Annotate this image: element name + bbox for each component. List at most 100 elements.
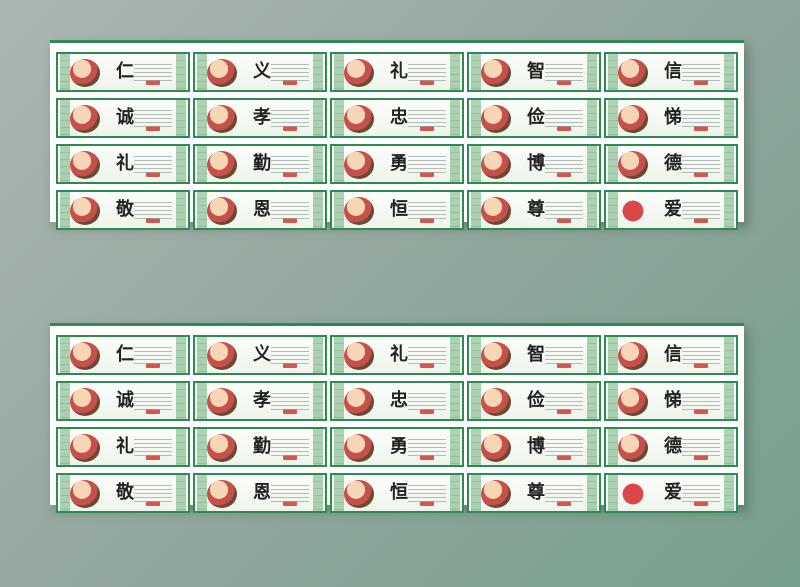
bamboo-decoration: [608, 337, 618, 373]
virtue-character: 勇: [390, 436, 408, 457]
bamboo-decoration: [197, 54, 207, 90]
virtue-character: 俭: [527, 107, 545, 128]
cartoon-figure-illustration: [618, 197, 648, 225]
bamboo-decoration: [176, 192, 186, 228]
bamboo-decoration: [471, 54, 481, 90]
text-lines-decoration: [271, 202, 309, 220]
text-lines-decoration: [134, 393, 172, 411]
cartoon-figure-illustration: [207, 434, 237, 462]
virtue-character: 德: [664, 436, 682, 457]
bamboo-decoration: [60, 192, 70, 228]
bamboo-decoration: [608, 54, 618, 90]
text-lines-decoration: [271, 64, 309, 82]
bamboo-decoration: [60, 429, 70, 465]
text-lines-decoration: [682, 202, 720, 220]
text-lines-decoration: [271, 485, 309, 503]
virtue-panel: 仁: [56, 335, 190, 375]
cartoon-figure-illustration: [207, 388, 237, 416]
virtue-panel: 诚: [56, 98, 190, 138]
virtue-panel: 敬: [56, 473, 190, 513]
text-lines-decoration: [408, 110, 446, 128]
text-lines-decoration: [682, 439, 720, 457]
bamboo-decoration: [334, 429, 344, 465]
virtue-panel: 勇: [330, 144, 464, 184]
bamboo-decoration: [60, 54, 70, 90]
bamboo-decoration: [587, 100, 597, 136]
bamboo-decoration: [587, 475, 597, 511]
cartoon-figure-illustration: [344, 480, 374, 508]
cartoon-figure-illustration: [70, 151, 100, 179]
bamboo-decoration: [450, 475, 460, 511]
bamboo-decoration: [176, 337, 186, 373]
cartoon-figure-illustration: [618, 480, 648, 508]
bamboo-decoration: [176, 429, 186, 465]
bamboo-decoration: [176, 383, 186, 419]
text-lines-decoration: [682, 64, 720, 82]
cartoon-figure-illustration: [481, 105, 511, 133]
cartoon-figure-illustration: [344, 434, 374, 462]
bamboo-decoration: [724, 337, 734, 373]
bamboo-decoration: [334, 100, 344, 136]
text-lines-decoration: [545, 439, 583, 457]
cartoon-figure-illustration: [70, 59, 100, 87]
virtue-panel: 德: [604, 427, 738, 467]
virtue-panel: 礼: [330, 335, 464, 375]
cartoon-figure-illustration: [481, 197, 511, 225]
virtue-panel: 勇: [330, 427, 464, 467]
cartoon-figure-illustration: [70, 388, 100, 416]
virtue-character: 智: [527, 344, 545, 365]
bamboo-decoration: [450, 192, 460, 228]
bamboo-decoration: [471, 146, 481, 182]
virtue-panel: 礼: [330, 52, 464, 92]
virtue-character: 恒: [390, 482, 408, 503]
virtue-panel: 仁: [56, 52, 190, 92]
virtue-panel: 勤: [193, 144, 327, 184]
bamboo-decoration: [724, 100, 734, 136]
virtue-character: 勤: [253, 153, 271, 174]
cartoon-figure-illustration: [207, 105, 237, 133]
text-lines-decoration: [682, 156, 720, 174]
cartoon-figure-illustration: [70, 480, 100, 508]
text-lines-decoration: [408, 485, 446, 503]
bamboo-decoration: [197, 337, 207, 373]
bamboo-decoration: [724, 383, 734, 419]
bamboo-decoration: [450, 54, 460, 90]
bamboo-decoration: [334, 192, 344, 228]
bamboo-decoration: [608, 192, 618, 228]
bamboo-decoration: [587, 54, 597, 90]
text-lines-decoration: [545, 485, 583, 503]
virtue-character: 勤: [253, 436, 271, 457]
virtue-panel: 博: [467, 427, 601, 467]
bamboo-decoration: [313, 100, 323, 136]
virtue-character: 恒: [390, 199, 408, 220]
cartoon-figure-illustration: [618, 151, 648, 179]
virtue-character: 信: [664, 344, 682, 365]
panel-grid-bottom: 仁义礼智信诚孝忠俭悌礼勤勇博德敬恩恒尊爱: [50, 323, 744, 513]
virtue-panel: 爱: [604, 190, 738, 230]
bamboo-decoration: [471, 475, 481, 511]
bamboo-decoration: [450, 337, 460, 373]
virtue-panel: 德: [604, 144, 738, 184]
cartoon-figure-illustration: [481, 434, 511, 462]
display-board-bottom: 仁义礼智信诚孝忠俭悌礼勤勇博德敬恩恒尊爱: [50, 323, 744, 513]
virtue-panel: 孝: [193, 98, 327, 138]
virtue-character: 仁: [116, 61, 134, 82]
virtue-character: 诚: [116, 107, 134, 128]
virtue-panel: 诚: [56, 381, 190, 421]
virtue-character: 恩: [253, 482, 271, 503]
virtue-panel: 恩: [193, 473, 327, 513]
cartoon-figure-illustration: [618, 434, 648, 462]
bamboo-decoration: [471, 383, 481, 419]
bamboo-decoration: [197, 475, 207, 511]
bamboo-decoration: [587, 337, 597, 373]
text-lines-decoration: [134, 110, 172, 128]
virtue-panel: 智: [467, 335, 601, 375]
virtue-panel: 孝: [193, 381, 327, 421]
bamboo-decoration: [176, 475, 186, 511]
cartoon-figure-illustration: [481, 342, 511, 370]
bamboo-decoration: [587, 429, 597, 465]
cartoon-figure-illustration: [481, 480, 511, 508]
text-lines-decoration: [408, 156, 446, 174]
cartoon-figure-illustration: [344, 105, 374, 133]
virtue-panel: 忠: [330, 381, 464, 421]
